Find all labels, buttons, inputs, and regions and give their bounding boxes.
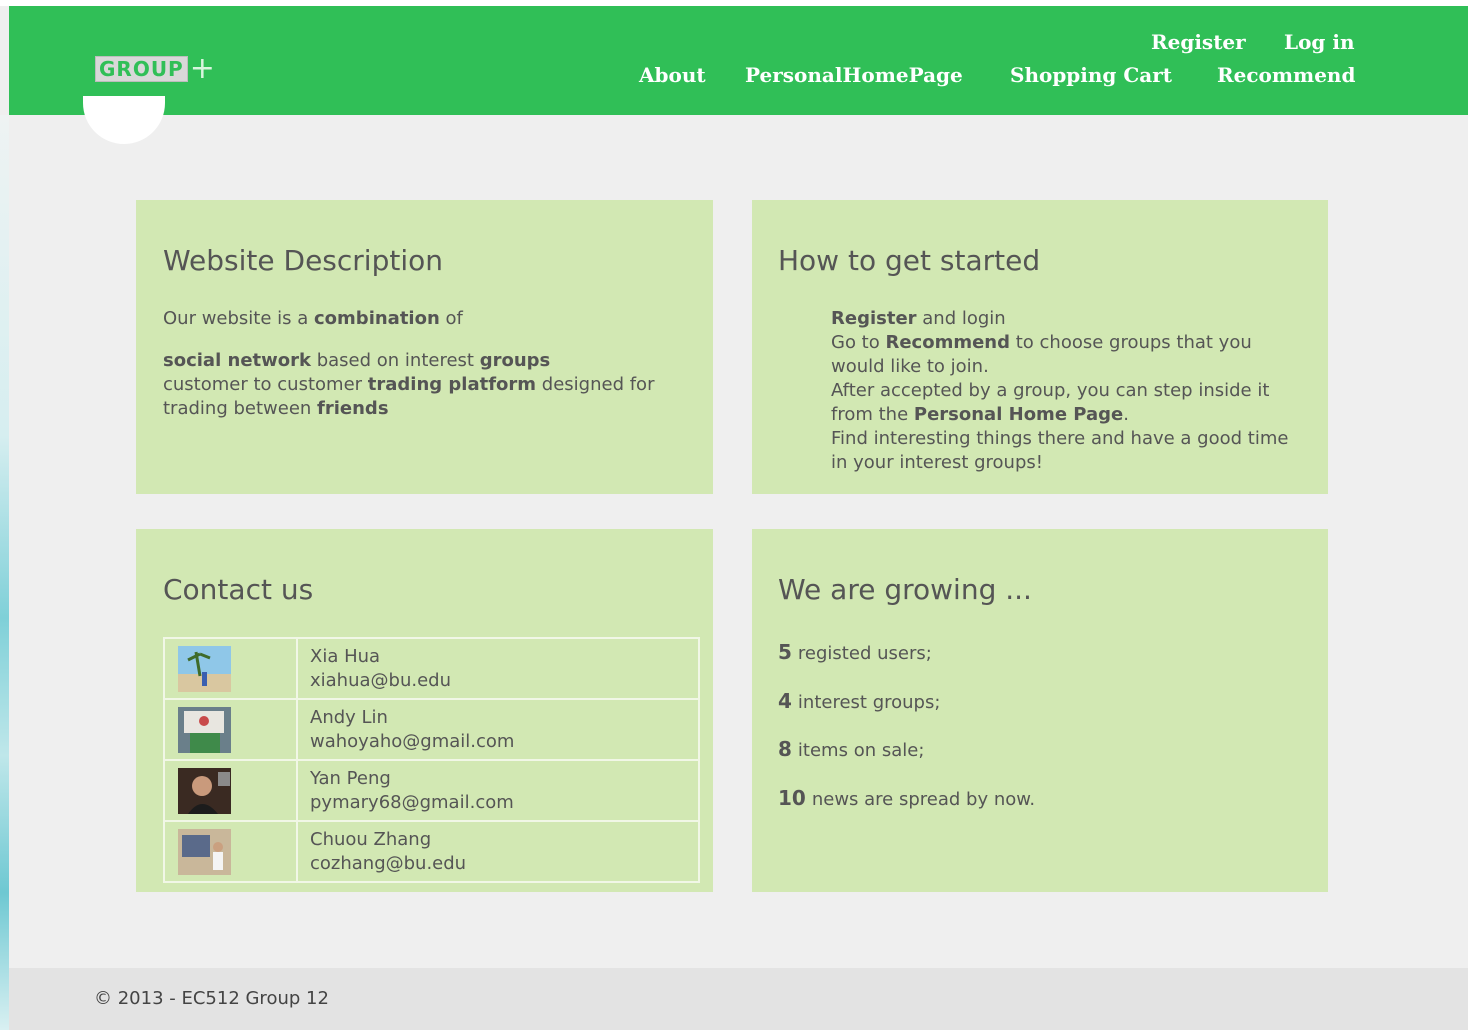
avatar [178,767,231,814]
step-recommend: Go to Recommend to choose groups that yo… [831,332,1252,353]
logo-text: GROUP [95,56,188,82]
login-link[interactable]: Log in [1284,30,1355,54]
logo-plus-icon: + [189,51,215,86]
avatar [178,828,231,875]
stat-news: 10 news are spread by now. [778,786,1036,810]
left-decoration [0,115,9,1030]
step-recommend-cont: would like to join. [831,356,989,377]
nav-personal-home-page[interactable]: PersonalHomePage [745,63,963,87]
website-description-panel: Website Description Our website is a com… [136,200,713,494]
step-accepted-cont: from the Personal Home Page. [831,404,1129,425]
register-link[interactable]: Register [1151,30,1246,54]
contact-title: Contact us [163,573,314,606]
growing-title: We are growing ... [778,573,1032,606]
contact-name: Xia Hua [310,645,381,667]
description-item-trading: customer to customer trading platform de… [163,374,655,395]
nav-shopping-cart[interactable]: Shopping Cart [1010,63,1172,87]
getting-started-title: How to get started [778,244,1041,277]
getting-started-steps: Register and login Go to Recommend to ch… [831,307,1311,475]
contact-name: Andy Lin [310,706,388,728]
website-description-title: Website Description [163,244,443,277]
step-register: Register and login [831,308,1006,329]
copyright-text: © 2013 - EC512 Group 12 [94,988,329,1009]
nav-about[interactable]: About [639,63,706,87]
description-item-trading-cont: trading between friends [163,398,389,419]
description-list: social network based on interest groups … [163,349,693,421]
table-row: Andy Lin wahoyaho@gmail.com [163,698,700,761]
site-footer: © 2013 - EC512 Group 12 [9,968,1468,1030]
step-accepted: After accepted by a group, you can step … [831,380,1270,401]
site-logo[interactable]: GROUP + [95,51,215,86]
nav-recommend[interactable]: Recommend [1217,63,1355,87]
contact-email[interactable]: pymary68@gmail.com [310,791,698,815]
description-item-social: social network based on interest groups [163,350,551,371]
table-row: Xia Hua xiahua@bu.edu [163,637,700,700]
table-row: Yan Peng pymary68@gmail.com [163,759,700,822]
stat-items: 8 items on sale; [778,737,925,761]
site-header [9,6,1468,115]
description-intro: Our website is a combination of [163,308,463,329]
stat-groups: 4 interest groups; [778,689,941,713]
contact-table: Xia Hua xiahua@bu.edu Andy Lin wahoyaho@… [163,637,700,883]
contact-name: Yan Peng [310,767,391,789]
step-find: Find interesting things there and have a… [831,428,1289,449]
contact-email[interactable]: wahoyaho@gmail.com [310,730,698,754]
header-tab-decoration [83,96,165,144]
stat-users: 5 registed users; [778,640,932,664]
contact-name: Chuou Zhang [310,828,432,850]
contact-email[interactable]: xiahua@bu.edu [310,669,698,693]
step-find-cont: in your interest groups! [831,452,1043,473]
table-row: Chuou Zhang cozhang@bu.edu [163,820,700,883]
avatar [178,645,231,692]
avatar [178,706,231,753]
contact-email[interactable]: cozhang@bu.edu [310,852,698,876]
getting-started-panel: How to get started Register and login Go… [752,200,1328,494]
